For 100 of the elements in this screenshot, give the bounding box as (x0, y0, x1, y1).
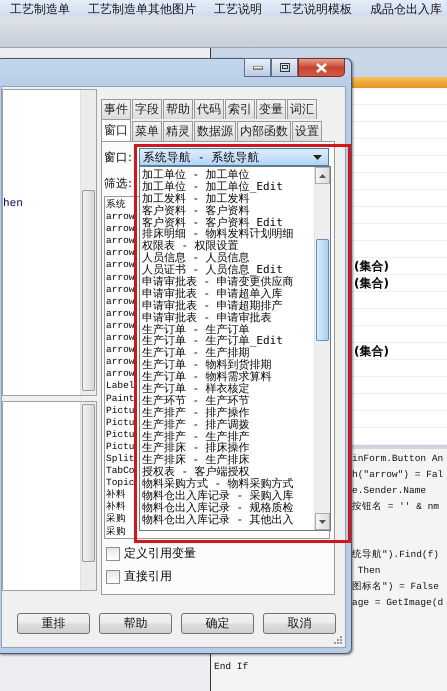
tab[interactable]: 数据源 (194, 121, 236, 141)
tab[interactable]: 帮助 (163, 99, 193, 119)
list-item[interactable]: 采购 (106, 513, 126, 526)
tab[interactable]: 设置 (292, 121, 322, 141)
menu-item[interactable]: 工艺说明 (214, 2, 262, 16)
dropdown-option[interactable]: 申请审批表 - 申请变更供应商 (142, 276, 294, 288)
scroll-thumb[interactable] (82, 404, 95, 562)
list-item[interactable]: TabCo (106, 465, 135, 478)
list-item[interactable]: 采购 (106, 526, 126, 538)
list-item[interactable]: arrow (106, 368, 135, 380)
list-item[interactable]: arrow (106, 308, 135, 320)
list-item[interactable]: Pictu (106, 404, 135, 417)
menu-item[interactable]: 成品仓出入库 (370, 2, 442, 16)
dropdown-option[interactable]: 生产排产 - 排产调拨 (142, 418, 250, 431)
dropdown-option[interactable]: 物料仓出入库记录 - 其他出入 (142, 514, 294, 526)
dropdown-option[interactable]: 生产订单 - 生产订单 (142, 324, 250, 336)
minimize-button[interactable] (244, 58, 271, 77)
dropdown-option[interactable]: 生产排产 - 生产排产 (142, 430, 250, 442)
field-label: 筛选: (104, 176, 132, 190)
list-item[interactable]: Paint (106, 392, 135, 405)
checkbox-label: 直接引用 (124, 568, 172, 585)
menu-item[interactable]: 工艺制造单其他图片 (88, 2, 196, 16)
dropdown-option[interactable]: 客户资料 - 客户资料 (142, 204, 250, 217)
checkbox[interactable] (106, 546, 120, 560)
dropdown-option[interactable]: 生产环节 - 生产环节 (142, 394, 250, 407)
checkbox[interactable] (106, 570, 120, 584)
dropdown-option[interactable]: 权限表 - 权限设置 (142, 240, 239, 252)
field-label: 窗口: (104, 150, 132, 164)
list-item[interactable]: arrow (106, 320, 135, 332)
dialog-button[interactable]: 重排 (17, 613, 90, 634)
list-item[interactable]: 补料 (106, 501, 126, 514)
scrollbar[interactable] (80, 90, 96, 395)
dropdown-option[interactable]: 生产排床 - 生产排床 (142, 454, 250, 466)
list-item[interactable]: 系统 (106, 199, 126, 212)
dropdown-option[interactable]: 物料仓出入库记录 - 采购入库 (142, 490, 294, 502)
tab[interactable]: 事件 (101, 99, 131, 119)
list-item[interactable]: arrow (106, 332, 135, 344)
dropdown-option[interactable]: 加工单位 - 加工单位_Edit (142, 180, 283, 193)
code-line: 图标名") = False (352, 580, 440, 594)
tab[interactable]: 词汇 (287, 99, 317, 119)
list-item[interactable]: arrow (106, 235, 135, 248)
dropdown-option[interactable]: 生产订单 - 物料到货排期 (142, 359, 272, 372)
list-item[interactable]: Split (106, 452, 135, 466)
list-item[interactable]: 补料 (106, 489, 126, 502)
dropdown-option[interactable]: 生产排产 - 排产操作 (142, 406, 250, 419)
dropdown-option[interactable]: 人员证书 - 人员信息_Edit (142, 264, 283, 276)
dropdown-option[interactable]: 物料采购方式 - 物料采购方式 (142, 478, 294, 490)
maximize-button[interactable] (271, 58, 298, 77)
scrollbar[interactable] (80, 402, 96, 590)
scroll-down-icon (318, 520, 326, 524)
window-dropdown[interactable]: 系统导航 - 系统导航 (138, 148, 329, 166)
scrollbar[interactable] (314, 167, 330, 530)
scroll-thumb[interactable] (316, 239, 329, 341)
maximize-icon (280, 63, 290, 72)
dropdown-option[interactable]: 申请审批表 - 申请超期排产 (142, 300, 283, 312)
property-value: (集合) (354, 343, 390, 359)
dropdown-option[interactable]: 加工发料 - 加工发料 (142, 192, 250, 205)
dropdown-option[interactable]: 客户资料 - 客户资料_Edit (142, 216, 283, 228)
menu-item[interactable]: 工艺制造单 (10, 2, 70, 16)
dialog-button[interactable]: 确定 (181, 613, 254, 634)
list-item[interactable]: Pictu (106, 440, 135, 453)
dropdown-option[interactable]: 申请审批表 - 申请审批表 (142, 312, 272, 324)
close-button[interactable] (298, 58, 345, 77)
list-item[interactable]: arrow (106, 272, 135, 284)
dropdown-option[interactable]: 加工单位 - 加工单位 (142, 169, 250, 181)
dropdown-option[interactable]: 人员信息 - 人员信息 (142, 252, 250, 264)
tab[interactable]: 内部函数 (237, 121, 291, 141)
dropdown-option[interactable]: 排床明细 - 物料发料计划明细 (142, 228, 294, 240)
list-item[interactable]: arrow (106, 356, 135, 368)
list-item[interactable]: arrow (106, 284, 135, 296)
list-item[interactable]: arrow (106, 344, 135, 356)
list-item[interactable]: Topic (106, 477, 135, 490)
code-line: h("arrow") = Fal (352, 468, 444, 482)
list-item[interactable]: Label (106, 380, 135, 392)
tab[interactable]: 字段 (132, 99, 162, 119)
dropdown-option[interactable]: 授权表 - 客户端授权 (142, 466, 250, 478)
list-item[interactable]: Pictu (106, 428, 135, 441)
tab[interactable]: 窗口 (101, 119, 131, 141)
dropdown-option[interactable]: 生产订单 - 生产订单_Edit (142, 335, 283, 348)
dropdown-option[interactable]: 生产订单 - 物料需求算料 (142, 371, 272, 384)
list-item[interactable]: arrow (106, 211, 135, 224)
tab[interactable]: 索引 (225, 99, 255, 119)
dialog-button[interactable]: 取消 (263, 613, 336, 634)
dropdown-option[interactable]: 申请审批表 - 申请超单入库 (142, 288, 283, 300)
dialog-button[interactable]: 帮助 (99, 613, 172, 634)
list-item[interactable]: arrow (106, 247, 135, 260)
list-item[interactable]: arrow (106, 259, 135, 272)
list-item[interactable]: arrow (106, 296, 135, 308)
scroll-thumb[interactable] (82, 190, 95, 391)
tab[interactable]: 代码 (194, 99, 224, 119)
tab[interactable]: 变量 (256, 99, 286, 119)
list-item[interactable]: arrow (106, 223, 135, 236)
tab[interactable]: 精灵 (163, 121, 193, 141)
list-item[interactable]: Pictu (106, 416, 135, 429)
dropdown-option[interactable]: 物料仓出入库记录 - 规格质检 (142, 502, 294, 514)
dropdown-option[interactable]: 生产排床 - 排床操作 (142, 442, 250, 454)
dropdown-option[interactable]: 生产订单 - 生产排期 (142, 347, 250, 360)
menu-item[interactable]: 工艺说明模板 (280, 2, 352, 16)
dropdown-option[interactable]: 生产订单 - 样衣核定 (142, 383, 250, 395)
tab[interactable]: 菜单 (132, 121, 162, 141)
